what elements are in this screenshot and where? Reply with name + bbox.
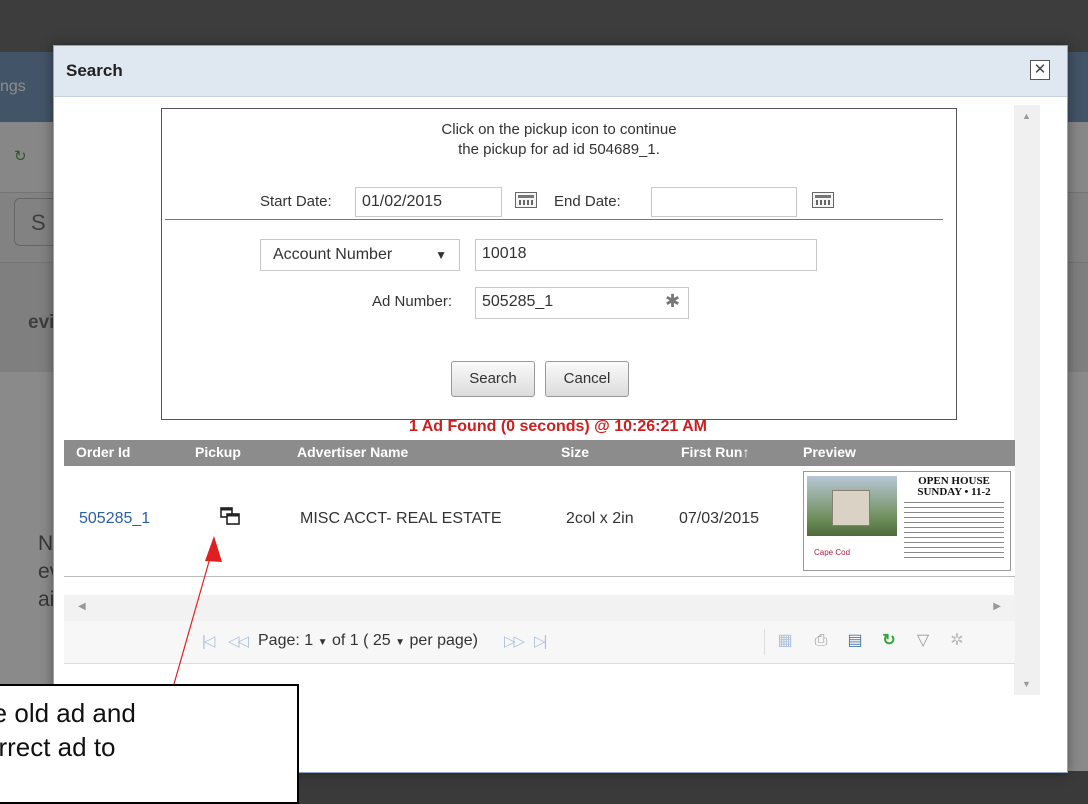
- print-icon[interactable]: ⎙: [812, 632, 830, 650]
- previous-page-icon[interactable]: ◁◁: [228, 632, 249, 650]
- instruction-message: Click on the pickup icon to continue the…: [162, 120, 956, 160]
- refresh-icon[interactable]: ↻: [880, 632, 898, 650]
- close-icon[interactable]: ✕: [1030, 60, 1050, 80]
- cancel-button[interactable]: Cancel: [545, 361, 629, 397]
- callout-line: the old ad and: [0, 698, 136, 728]
- export-icon[interactable]: ▤: [846, 632, 864, 650]
- page-count-text: of 1 (: [331, 632, 369, 649]
- vertical-scrollbar[interactable]: ▲ ▼: [1014, 105, 1040, 695]
- dialog-body: ▲ ▼ Click on the pickup icon to continue…: [54, 97, 1067, 772]
- per-page-select[interactable]: 25: [373, 632, 391, 649]
- first-run-cell: 07/03/2015: [679, 510, 760, 527]
- filter-icon[interactable]: ▽: [914, 632, 932, 650]
- column-header-size[interactable]: Size: [561, 444, 589, 460]
- chevron-down-icon[interactable]: ▼: [318, 637, 328, 648]
- search-by-selected: Account Number: [273, 246, 393, 263]
- house-image: [832, 490, 870, 526]
- pickup-icon[interactable]: [220, 507, 240, 525]
- first-page-icon[interactable]: |◁: [202, 632, 216, 650]
- column-header-first-run[interactable]: First Run↑: [681, 444, 749, 460]
- instruction-line: Click on the pickup icon to continue: [441, 121, 677, 138]
- search-by-select[interactable]: Account Number ▼: [260, 239, 460, 271]
- instruction-line: the pickup for ad id 504689_1.: [458, 141, 660, 158]
- last-page-icon[interactable]: ▷|: [534, 632, 548, 650]
- form-divider: [165, 219, 943, 220]
- account-number-field[interactable]: 10018: [475, 239, 817, 271]
- order-id-link[interactable]: 505285_1: [79, 510, 150, 528]
- pager: |◁ ◁◁ Page: 1 ▼ of 1 ( 25 ▼ per page) ▷▷…: [64, 621, 1015, 664]
- clear-icon[interactable]: ✱: [665, 291, 680, 312]
- preview-logo: Cape Cod: [814, 548, 851, 557]
- toolbar-separator: [764, 629, 765, 655]
- ad-number-field[interactable]: 505285_1: [475, 287, 689, 319]
- search-form: Click on the pickup icon to continue the…: [161, 108, 957, 420]
- end-date-label: End Date:: [554, 193, 621, 210]
- page-label: Page: 1 ▼ of 1 ( 25 ▼ per page): [258, 632, 478, 650]
- scroll-left-icon[interactable]: ◀: [78, 601, 86, 612]
- ad-number-label: Ad Number:: [372, 293, 453, 310]
- chevron-down-icon[interactable]: ▼: [395, 637, 405, 648]
- horizontal-scrollbar[interactable]: ◀ ▶: [64, 595, 1015, 622]
- search-dialog: Search ✕ ▲ ▼ Click on the pickup icon to…: [53, 45, 1068, 773]
- scroll-right-icon[interactable]: ▶: [993, 601, 1001, 612]
- search-button[interactable]: Search: [451, 361, 535, 397]
- dialog-header: Search ✕: [54, 46, 1067, 97]
- size-cell: 2col x 2in: [566, 510, 634, 527]
- page-number-select[interactable]: 1: [304, 632, 313, 649]
- annotation-callout: the old ad and correct ad to: [0, 684, 299, 804]
- start-date-label: Start Date:: [260, 193, 332, 210]
- scroll-up-icon[interactable]: ▲: [1022, 111, 1031, 121]
- scroll-down-icon[interactable]: ▼: [1022, 679, 1031, 689]
- dialog-title: Search: [66, 61, 123, 80]
- per-page-text: per page): [409, 632, 479, 649]
- start-date-field[interactable]: 01/02/2015: [355, 187, 502, 217]
- table-row[interactable]: 505285_1 MISC ACCT- REAL ESTATE 2col x 2…: [64, 466, 1015, 577]
- gear-icon[interactable]: ✲: [948, 632, 966, 650]
- calendar-icon[interactable]: [515, 192, 537, 208]
- preview-body-text: [904, 500, 1004, 560]
- results-grid-header: Order Id Pickup Advertiser Name Size Fir…: [64, 440, 1015, 466]
- end-date-field[interactable]: [651, 187, 797, 217]
- next-page-icon[interactable]: ▷▷: [504, 632, 525, 650]
- preview-title: OPEN HOUSE SUNDAY • 11-2: [902, 476, 1006, 498]
- preview-title-line: SUNDAY • 11-2: [917, 486, 991, 498]
- column-header-pickup[interactable]: Pickup: [195, 444, 241, 460]
- column-header-order-id[interactable]: Order Id: [76, 444, 130, 460]
- grid-view-icon[interactable]: ▦: [776, 632, 794, 650]
- calendar-icon[interactable]: [812, 192, 834, 208]
- results-status: 1 Ad Found (0 seconds) @ 10:26:21 AM: [408, 418, 708, 435]
- advertiser-cell: MISC ACCT- REAL ESTATE: [300, 510, 502, 527]
- ad-preview-thumbnail[interactable]: Cape Cod OPEN HOUSE SUNDAY • 11-2: [803, 471, 1011, 571]
- page-label-text: Page:: [258, 632, 300, 649]
- callout-line: correct ad to: [0, 732, 116, 762]
- column-header-advertiser[interactable]: Advertiser Name: [297, 444, 408, 460]
- column-header-preview[interactable]: Preview: [803, 444, 856, 460]
- chevron-down-icon: ▼: [435, 248, 447, 262]
